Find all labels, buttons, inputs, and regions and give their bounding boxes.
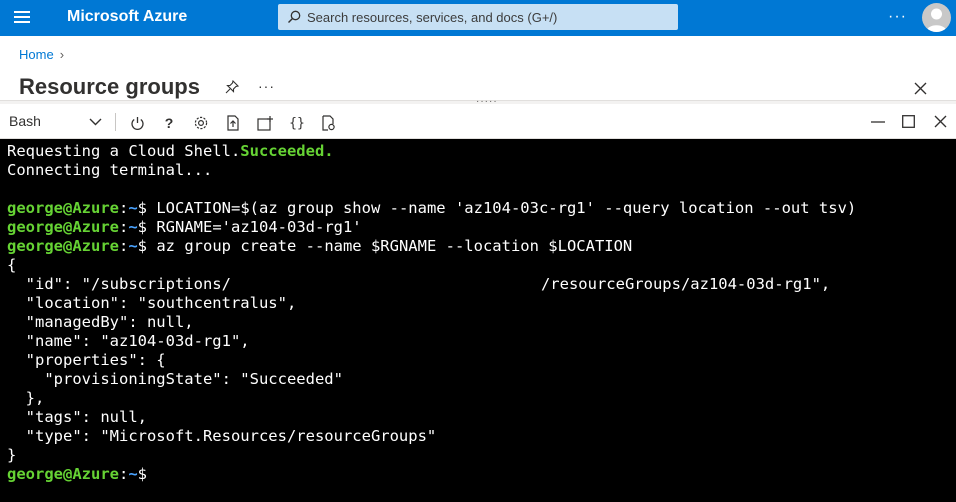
breadcrumb: Home › — [19, 47, 64, 62]
page-title: Resource groups — [19, 74, 200, 99]
terminal-output-line: "provisioningState": "Succeeded" — [7, 370, 343, 388]
power-icon — [130, 116, 144, 130]
preview-icon — [322, 115, 335, 131]
toolbar-divider — [115, 113, 116, 131]
terminal-command-line: george@Azure:~$ az group create --name $… — [7, 237, 633, 255]
web-preview-button[interactable] — [320, 114, 338, 132]
braces-icon: {} — [289, 115, 305, 131]
editor-button[interactable]: {} — [288, 114, 306, 132]
close-shell-icon[interactable] — [934, 115, 947, 128]
redacted-subscription-id — [230, 277, 541, 292]
brand-title[interactable]: Microsoft Azure — [67, 8, 187, 26]
upload-download-button[interactable] — [224, 114, 242, 132]
terminal-output-line: "name": "az104-03d-rg1", — [7, 332, 250, 350]
terminal-output-line: } — [7, 446, 17, 464]
new-session-button[interactable] — [256, 114, 274, 132]
terminal-output-line: "type": "Microsoft.Resources/resourceGro… — [7, 427, 437, 445]
terminal-line: Connecting terminal... — [7, 161, 213, 179]
maximize-icon[interactable] — [902, 115, 915, 128]
terminal-output-line: "managedBy": null, — [7, 313, 194, 331]
top-more-button[interactable]: ··· — [888, 8, 907, 26]
search-input[interactable] — [307, 9, 667, 25]
restart-button[interactable] — [128, 114, 146, 132]
settings-button[interactable] — [192, 114, 210, 132]
avatar[interactable] — [922, 3, 951, 32]
upload-file-icon — [226, 115, 239, 131]
terminal-output-line: "id": "/subscriptions//resourceGroups/az… — [7, 275, 831, 293]
close-icon[interactable] — [914, 82, 927, 95]
shell-type-select[interactable]: Bash — [9, 113, 41, 129]
gear-icon — [194, 116, 208, 130]
chevron-right-icon: › — [59, 47, 65, 62]
breadcrumb-home[interactable]: Home — [19, 47, 54, 62]
terminal[interactable]: Requesting a Cloud Shell.Succeeded. Conn… — [0, 139, 956, 502]
title-more-button[interactable]: ··· — [258, 78, 275, 94]
terminal-output-line: { — [7, 256, 17, 274]
chevron-down-icon[interactable] — [89, 118, 102, 126]
help-icon: ? — [164, 115, 174, 131]
user-icon — [926, 8, 947, 32]
terminal-output-line: "location": "southcentralus", — [7, 294, 297, 312]
help-button[interactable]: ? — [160, 114, 178, 132]
terminal-output-line: "properties": { — [7, 351, 166, 369]
search-icon — [288, 10, 301, 23]
terminal-line: Requesting a Cloud Shell.Succeeded. — [7, 142, 334, 160]
new-window-icon — [257, 115, 273, 131]
terminal-command-line: george@Azure:~$ RGNAME='az104-03d-rg1' — [7, 218, 362, 236]
terminal-output-line: "tags": null, — [7, 408, 147, 426]
terminal-prompt-line: george@Azure:~$ — [7, 465, 157, 483]
pin-icon[interactable] — [225, 80, 239, 94]
terminal-output-line: }, — [7, 389, 45, 407]
top-bar: Microsoft Azure ··· — [0, 0, 956, 36]
minimize-icon[interactable] — [871, 120, 885, 124]
search-box[interactable] — [278, 4, 678, 30]
shell-toolbar: Bash ? {} — [0, 104, 956, 139]
terminal-command-line: george@Azure:~$ LOCATION=$(az group show… — [7, 199, 857, 217]
menu-icon[interactable] — [14, 11, 30, 25]
